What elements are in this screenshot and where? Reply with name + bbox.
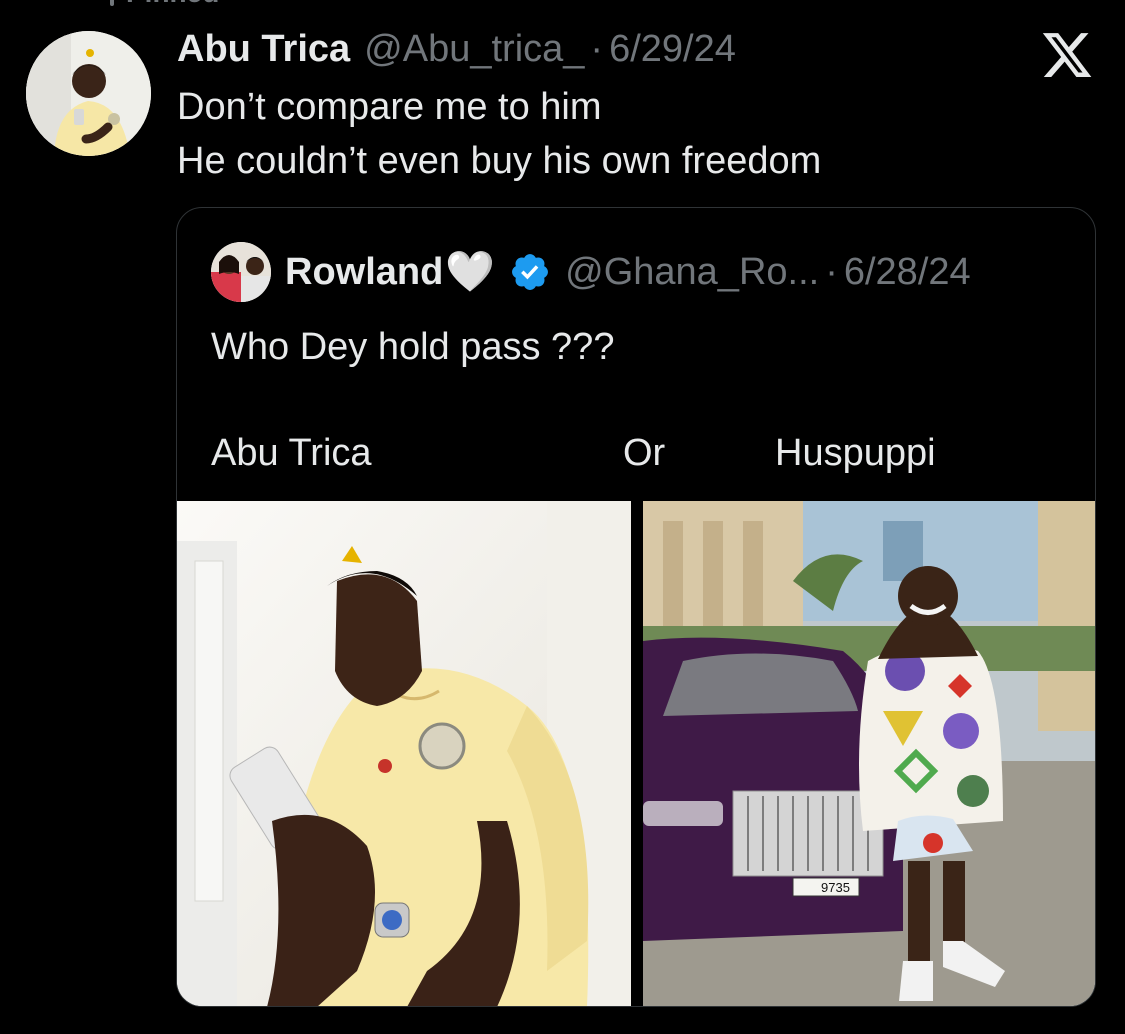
quoted-tweet-date[interactable]: 6/28/24 xyxy=(844,248,971,296)
pinned-indicator: Pinned xyxy=(110,0,219,8)
quoted-media-grid: 9735 xyxy=(177,501,1095,1006)
pinned-label: Pinned xyxy=(126,0,219,9)
license-plate-text: 9735 xyxy=(821,880,850,895)
avatar-photo xyxy=(26,31,151,156)
media-photo-right[interactable]: 9735 xyxy=(643,501,1095,1006)
compare-right-label: Huspuppi xyxy=(775,432,936,474)
media-photo-left[interactable] xyxy=(177,501,631,1006)
quoted-author-name[interactable]: Rowland xyxy=(285,248,443,296)
tweet-line-1: Don’t compare me to him xyxy=(177,86,602,128)
quoted-avatar-photo xyxy=(211,242,271,302)
quoted-separator-dot: · xyxy=(825,251,838,293)
author-handle[interactable]: @Abu_trica_ xyxy=(364,26,584,72)
quoted-compare-row: Abu Trica Or Huspuppi xyxy=(211,426,1071,480)
compare-middle-label: Or xyxy=(623,432,666,474)
quoted-author-handle[interactable]: @Ghana_Ro... xyxy=(565,248,819,296)
verified-badge-icon xyxy=(512,254,549,290)
photo-man-yellow-shirt xyxy=(177,501,631,1006)
quoted-tweet-text: Who Dey hold pass ??? xyxy=(211,326,615,368)
pin-icon xyxy=(110,0,114,6)
tweet-body: Don’t compare me to him He couldn’t even… xyxy=(177,80,821,188)
x-logo-icon[interactable] xyxy=(1040,28,1094,82)
tweet-line-2: He couldn’t even buy his own freedom xyxy=(177,140,822,182)
tweet-date[interactable]: 6/29/24 xyxy=(609,26,736,72)
quoted-tweet-header: Rowland 🤍 @Ghana_Ro... · 6/28/24 xyxy=(285,248,971,296)
photo-man-with-car: 9735 xyxy=(643,501,1095,1006)
tweet-header: Abu Trica @Abu_trica_ · 6/29/24 xyxy=(177,26,736,72)
author-name[interactable]: Abu Trica xyxy=(177,26,350,72)
compare-left-label: Abu Trica xyxy=(211,432,372,474)
quoted-tweet-card[interactable]: Rowland 🤍 @Ghana_Ro... · 6/28/24 Who Dey… xyxy=(176,207,1096,1007)
white-heart-emoji: 🤍 xyxy=(445,250,496,294)
author-avatar[interactable] xyxy=(26,31,151,156)
quoted-author-avatar[interactable] xyxy=(211,242,271,302)
separator-dot: · xyxy=(590,28,604,70)
